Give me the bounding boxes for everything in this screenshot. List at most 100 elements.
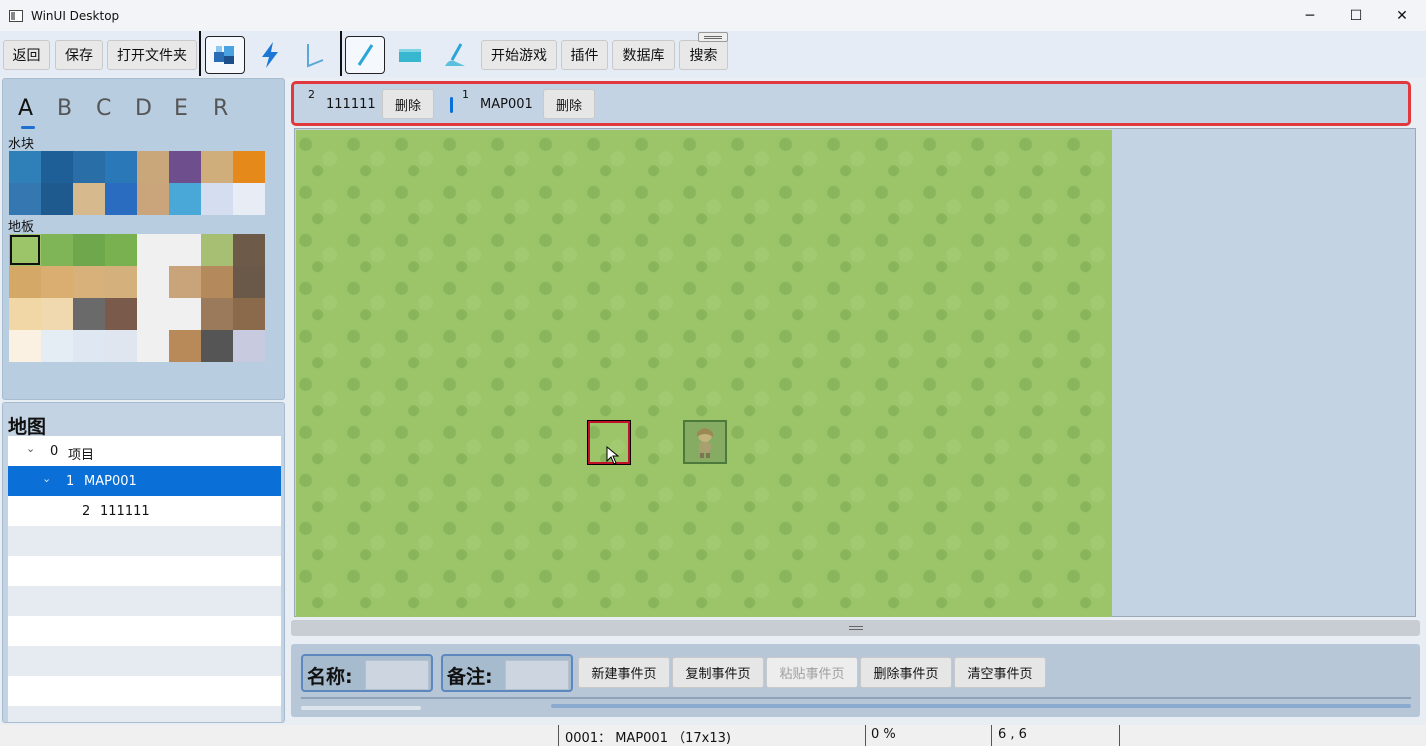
event-layer-tool[interactable] <box>250 36 290 74</box>
tile-swatch[interactable] <box>105 266 137 298</box>
tree-item-project[interactable]: ⌄ 0 项目 <box>8 436 281 466</box>
character-sprite-icon <box>697 428 713 458</box>
maximize-button[interactable]: ☐ <box>1333 0 1379 31</box>
map-tab-map001[interactable]: 1 MAP001 删除 <box>450 84 600 122</box>
region-tool[interactable] <box>294 36 334 74</box>
tile-swatch[interactable] <box>201 266 233 298</box>
grass-map-area[interactable] <box>296 130 1112 617</box>
event-marker[interactable] <box>683 420 727 464</box>
active-tab-indicator <box>21 126 35 129</box>
tileset-panel: A B C D E R 水块 地板 <box>2 78 285 400</box>
panel-splitter[interactable] <box>291 620 1420 636</box>
tile-swatch[interactable] <box>233 330 265 362</box>
tile-swatch[interactable] <box>105 151 137 183</box>
chevron-down-icon[interactable]: ⌄ <box>42 472 51 485</box>
start-game-button[interactable]: 开始游戏 <box>481 40 557 70</box>
tile-swatch[interactable] <box>73 151 105 183</box>
event-scrollbar[interactable] <box>551 704 1411 708</box>
paste-event-page-button[interactable]: 粘贴事件页 <box>766 657 858 688</box>
tile-swatch[interactable] <box>105 183 137 215</box>
tab-b[interactable]: B <box>57 96 96 121</box>
tile-swatch[interactable] <box>137 183 169 215</box>
tree-item-111111[interactable]: 2 111111 <box>8 496 281 526</box>
delete-tab-button[interactable]: 删除 <box>382 89 434 119</box>
tile-swatch[interactable] <box>137 151 169 183</box>
save-button[interactable]: 保存 <box>55 40 103 70</box>
tile-swatch[interactable] <box>9 183 41 215</box>
tree-item-map001[interactable]: ⌄ 1 MAP001 <box>8 466 281 496</box>
tile-swatch[interactable] <box>41 298 73 330</box>
tile-swatch[interactable] <box>201 151 233 183</box>
status-divider <box>991 725 992 746</box>
tile-swatch[interactable] <box>9 298 41 330</box>
tile-swatch[interactable] <box>169 330 201 362</box>
delete-tab-button[interactable]: 删除 <box>543 89 595 119</box>
tile-swatch[interactable] <box>169 151 201 183</box>
tile-swatch[interactable] <box>137 234 169 266</box>
rectangle-tool[interactable] <box>390 36 430 74</box>
tile-swatch[interactable] <box>169 234 201 266</box>
tile-swatch[interactable] <box>41 266 73 298</box>
event-note-input[interactable] <box>505 660 569 690</box>
tab-r[interactable]: R <box>213 96 252 121</box>
tile-swatch[interactable] <box>73 183 105 215</box>
tile-swatch[interactable] <box>137 298 169 330</box>
tile-swatch[interactable] <box>41 234 73 266</box>
plugins-button[interactable]: 插件 <box>561 40 608 70</box>
tile-swatch[interactable] <box>9 330 41 362</box>
chevron-down-icon[interactable]: ⌄ <box>26 442 35 455</box>
tile-swatch[interactable] <box>73 234 105 266</box>
tile-swatch[interactable] <box>9 234 41 266</box>
clear-event-page-button[interactable]: 清空事件页 <box>954 657 1046 688</box>
database-button[interactable]: 数据库 <box>612 40 675 70</box>
tile-swatch[interactable] <box>169 183 201 215</box>
tile-swatch[interactable] <box>201 330 233 362</box>
tile-swatch[interactable] <box>233 266 265 298</box>
tile-swatch[interactable] <box>137 266 169 298</box>
tile-swatch[interactable] <box>105 330 137 362</box>
tab-e[interactable]: E <box>174 96 213 121</box>
delete-event-page-button[interactable]: 删除事件页 <box>860 657 952 688</box>
close-button[interactable]: ✕ <box>1379 0 1425 31</box>
copy-event-page-button[interactable]: 复制事件页 <box>672 657 764 688</box>
fill-tool[interactable] <box>435 36 475 74</box>
open-folder-button[interactable]: 打开文件夹 <box>107 40 197 70</box>
tile-swatch[interactable] <box>105 234 137 266</box>
search-button[interactable]: 搜索 <box>679 40 728 70</box>
tile-swatch[interactable] <box>9 266 41 298</box>
tile-swatch[interactable] <box>233 151 265 183</box>
minimize-button[interactable]: ─ <box>1287 0 1333 31</box>
tile-swatch[interactable] <box>9 151 41 183</box>
toolbar-separator <box>199 31 201 76</box>
map-tab-111111[interactable]: 2 111111 删除 <box>294 84 444 122</box>
tile-swatch[interactable] <box>201 298 233 330</box>
tile-swatch[interactable] <box>41 330 73 362</box>
tile-swatch[interactable] <box>201 234 233 266</box>
new-event-page-button[interactable]: 新建事件页 <box>578 657 670 688</box>
tab-a[interactable]: A <box>18 96 57 121</box>
tile-swatch[interactable] <box>169 298 201 330</box>
map-tab-name: 111111 <box>326 97 376 112</box>
tile-layer-tool[interactable] <box>205 36 245 74</box>
toolbar-grip[interactable] <box>698 32 728 42</box>
tile-swatch[interactable] <box>73 266 105 298</box>
tab-c[interactable]: C <box>96 96 135 121</box>
back-button[interactable]: 返回 <box>3 40 50 70</box>
note-label: 备注: <box>447 666 493 688</box>
event-subtab[interactable] <box>301 706 421 710</box>
tile-swatch[interactable] <box>41 151 73 183</box>
tile-swatch[interactable] <box>233 183 265 215</box>
tile-swatch[interactable] <box>137 330 169 362</box>
tile-swatch[interactable] <box>233 298 265 330</box>
tile-swatch[interactable] <box>169 266 201 298</box>
event-name-input[interactable] <box>365 660 429 690</box>
tab-d[interactable]: D <box>135 96 174 121</box>
tile-swatch[interactable] <box>105 298 137 330</box>
tile-swatch[interactable] <box>73 298 105 330</box>
tile-swatch[interactable] <box>201 183 233 215</box>
tile-swatch[interactable] <box>41 183 73 215</box>
tile-swatch[interactable] <box>233 234 265 266</box>
pencil-tool[interactable] <box>345 36 385 74</box>
tile-swatch[interactable] <box>73 330 105 362</box>
map-canvas[interactable] <box>294 128 1416 617</box>
